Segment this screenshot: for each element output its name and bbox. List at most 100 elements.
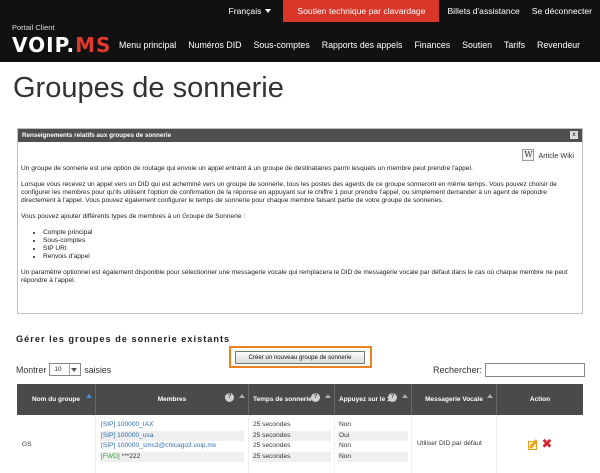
info-paragraph-1: Un groupe de sonnerie est une option de … — [21, 165, 473, 172]
help-icon[interactable]: ? — [388, 393, 397, 402]
wikipedia-icon: W — [522, 149, 535, 161]
info-panel-body: Un groupe de sonnerie est une option de … — [21, 165, 576, 293]
member-item[interactable]: [SIP] 100000_usa — [100, 430, 244, 441]
entries-select[interactable]: 10 — [49, 363, 82, 376]
chevron-down-icon — [69, 364, 78, 375]
list-item: Sous-comptes — [43, 237, 576, 245]
ring-time-cell: 25 secondes 25 secondes 25 secondes 25 s… — [249, 415, 335, 473]
column-header-members[interactable]: Membres ? — [96, 384, 249, 415]
ring-time-value: 25 secondes — [252, 430, 331, 441]
nav-rates[interactable]: Tarifs — [504, 40, 525, 50]
create-button-highlight: Créer un nouveau groupe de sonnerie — [229, 346, 372, 368]
search-label: Rechercher: — [432, 365, 482, 375]
info-paragraph-4: Un paramètre optionnel est également dis… — [21, 269, 568, 284]
ring-time-value: 25 secondes — [253, 442, 291, 449]
info-panel-title: Renseignements relatifs aux groupes de s… — [22, 132, 172, 139]
sort-icon — [325, 394, 331, 398]
nav-call-reports[interactable]: Rapports des appels — [322, 40, 403, 50]
help-icon[interactable]: ? — [225, 393, 234, 402]
ring-groups-table: Nom du groupe Membres ? Temps de sonneri… — [17, 384, 583, 473]
create-ring-group-button[interactable]: Créer un nouveau groupe de sonnerie — [235, 351, 365, 364]
sort-asc-icon — [86, 394, 92, 398]
entries-select-value: 10 — [54, 366, 62, 373]
table-header: Nom du groupe Membres ? Temps de sonneri… — [17, 384, 583, 415]
nav-support[interactable]: Soutien — [462, 40, 492, 50]
info-paragraph-2: Lorsque vous recevez un appel vers un DI… — [21, 181, 557, 204]
member-value: 100000_usa — [117, 431, 154, 439]
member-type-tag: [SIP] — [101, 431, 116, 439]
column-header-label: Action — [529, 396, 551, 403]
column-header-label: Nom du groupe — [31, 396, 81, 403]
info-paragraph-3: Vous pouvez ajouter différents types de … — [21, 213, 246, 220]
caret-down-icon — [265, 9, 272, 13]
search-control: Rechercher: — [433, 363, 585, 377]
sort-icon — [402, 394, 408, 398]
member-type-tag: [SIP] — [101, 421, 116, 428]
edit-icon[interactable] — [527, 438, 540, 450]
press1-value: Non — [339, 442, 352, 449]
column-header-label: Appuyez sur le 1 — [339, 396, 391, 403]
logout-link[interactable]: Se déconnecter — [528, 6, 600, 16]
top-bar: Français Soutien technique par clavardag… — [0, 0, 600, 62]
delete-icon[interactable]: ✖ — [542, 438, 553, 451]
logo-brand: VOIP.MS — [12, 33, 111, 57]
section-title: Gérer les groupes de sonnerie existants — [16, 334, 231, 344]
list-item: Compte principal — [43, 229, 576, 237]
press1-value: Non — [339, 421, 352, 428]
member-type-tag: [FWD] — [101, 452, 120, 460]
nav-finances[interactable]: Finances — [414, 40, 450, 50]
member-item[interactable]: [FWD] ***222 — [100, 451, 244, 462]
show-prefix-label: Montrer — [16, 364, 47, 375]
column-header-voicemail[interactable]: Messagerie Vocale — [412, 384, 497, 415]
press1-value: Non — [338, 451, 408, 462]
show-suffix-label: saisies — [84, 364, 112, 375]
member-types-list: Compte principal Sous-comptes SIP URI Re… — [43, 229, 576, 261]
member-item[interactable]: [SIP] 100000_IAX — [100, 420, 244, 431]
voicemail-cell: Utiliser DID par défaut — [412, 415, 497, 473]
language-label: Français — [228, 6, 262, 16]
language-selector[interactable]: Français — [216, 6, 283, 16]
member-value: ***222 — [121, 452, 141, 460]
nav-reseller[interactable]: Revendeur — [537, 40, 580, 50]
wiki-article-link[interactable]: W Article Wiki — [522, 149, 574, 161]
column-header-label: Membres — [157, 396, 187, 403]
member-item[interactable]: [SIP] 100000_sms3@chicago3.voip.ms — [100, 441, 244, 452]
info-panel: Renseignements relatifs aux groupes de s… — [17, 128, 583, 314]
info-panel-header: Renseignements relatifs aux groupes de s… — [18, 129, 582, 142]
page-title: Groupes de sonnerie — [13, 72, 284, 104]
column-header-name[interactable]: Nom du groupe — [17, 384, 96, 415]
list-item: SIP URI — [43, 245, 576, 253]
member-type-tag: [SIP] — [101, 442, 116, 449]
member-value: 100000_IAX — [117, 421, 154, 428]
action-cell: ✖ — [497, 415, 583, 473]
column-header-action: Action — [497, 384, 583, 415]
logo-portal-label: Portail Client — [12, 23, 55, 32]
members-cell: [SIP] 100000_IAX [SIP] 100000_usa [SIP] … — [96, 415, 249, 473]
support-tickets-link[interactable]: Billets d'assistance — [439, 6, 527, 16]
entries-length-control: Montrer 10 saisies — [16, 363, 111, 376]
top-menu: Français Soutien technique par clavardag… — [216, 0, 600, 22]
member-value: 100000_sms3@chicago3.voip.ms — [117, 442, 217, 449]
help-icon[interactable]: ? — [311, 393, 320, 402]
wiki-article-label: Article Wiki — [538, 150, 574, 160]
close-icon[interactable]: x — [570, 131, 578, 139]
logo[interactable]: Portail Client VOIP.MS — [12, 23, 111, 57]
list-item: Renvois d'appel — [43, 253, 576, 261]
nav-main-menu[interactable]: Menu principal — [119, 40, 176, 50]
sort-icon — [487, 394, 493, 398]
logo-brand-main: VOIP. — [12, 33, 76, 57]
support-chat-link[interactable]: Soutien technique par clavardage — [283, 0, 440, 22]
nav-sub-accounts[interactable]: Sous-comptes — [254, 40, 310, 50]
logo-brand-accent: MS — [75, 33, 112, 57]
main-nav: Menu principal Numéros DID Sous-comptes … — [119, 40, 592, 50]
column-header-press1[interactable]: Appuyez sur le 1 ? — [335, 384, 412, 415]
search-input[interactable] — [485, 363, 585, 377]
column-header-ring-time[interactable]: Temps de sonnerie ? — [249, 384, 335, 415]
press1-value: Oui — [338, 430, 408, 441]
column-header-label: Messagerie Vocale — [425, 396, 483, 403]
press1-cell: Non Oui Non Non — [335, 415, 412, 473]
table-row: GS [SIP] 100000_IAX [SIP] 100000_usa [SI… — [17, 415, 583, 473]
sort-icon — [239, 394, 245, 398]
nav-did-numbers[interactable]: Numéros DID — [188, 40, 241, 50]
ring-time-value: 25 secondes — [253, 421, 291, 428]
